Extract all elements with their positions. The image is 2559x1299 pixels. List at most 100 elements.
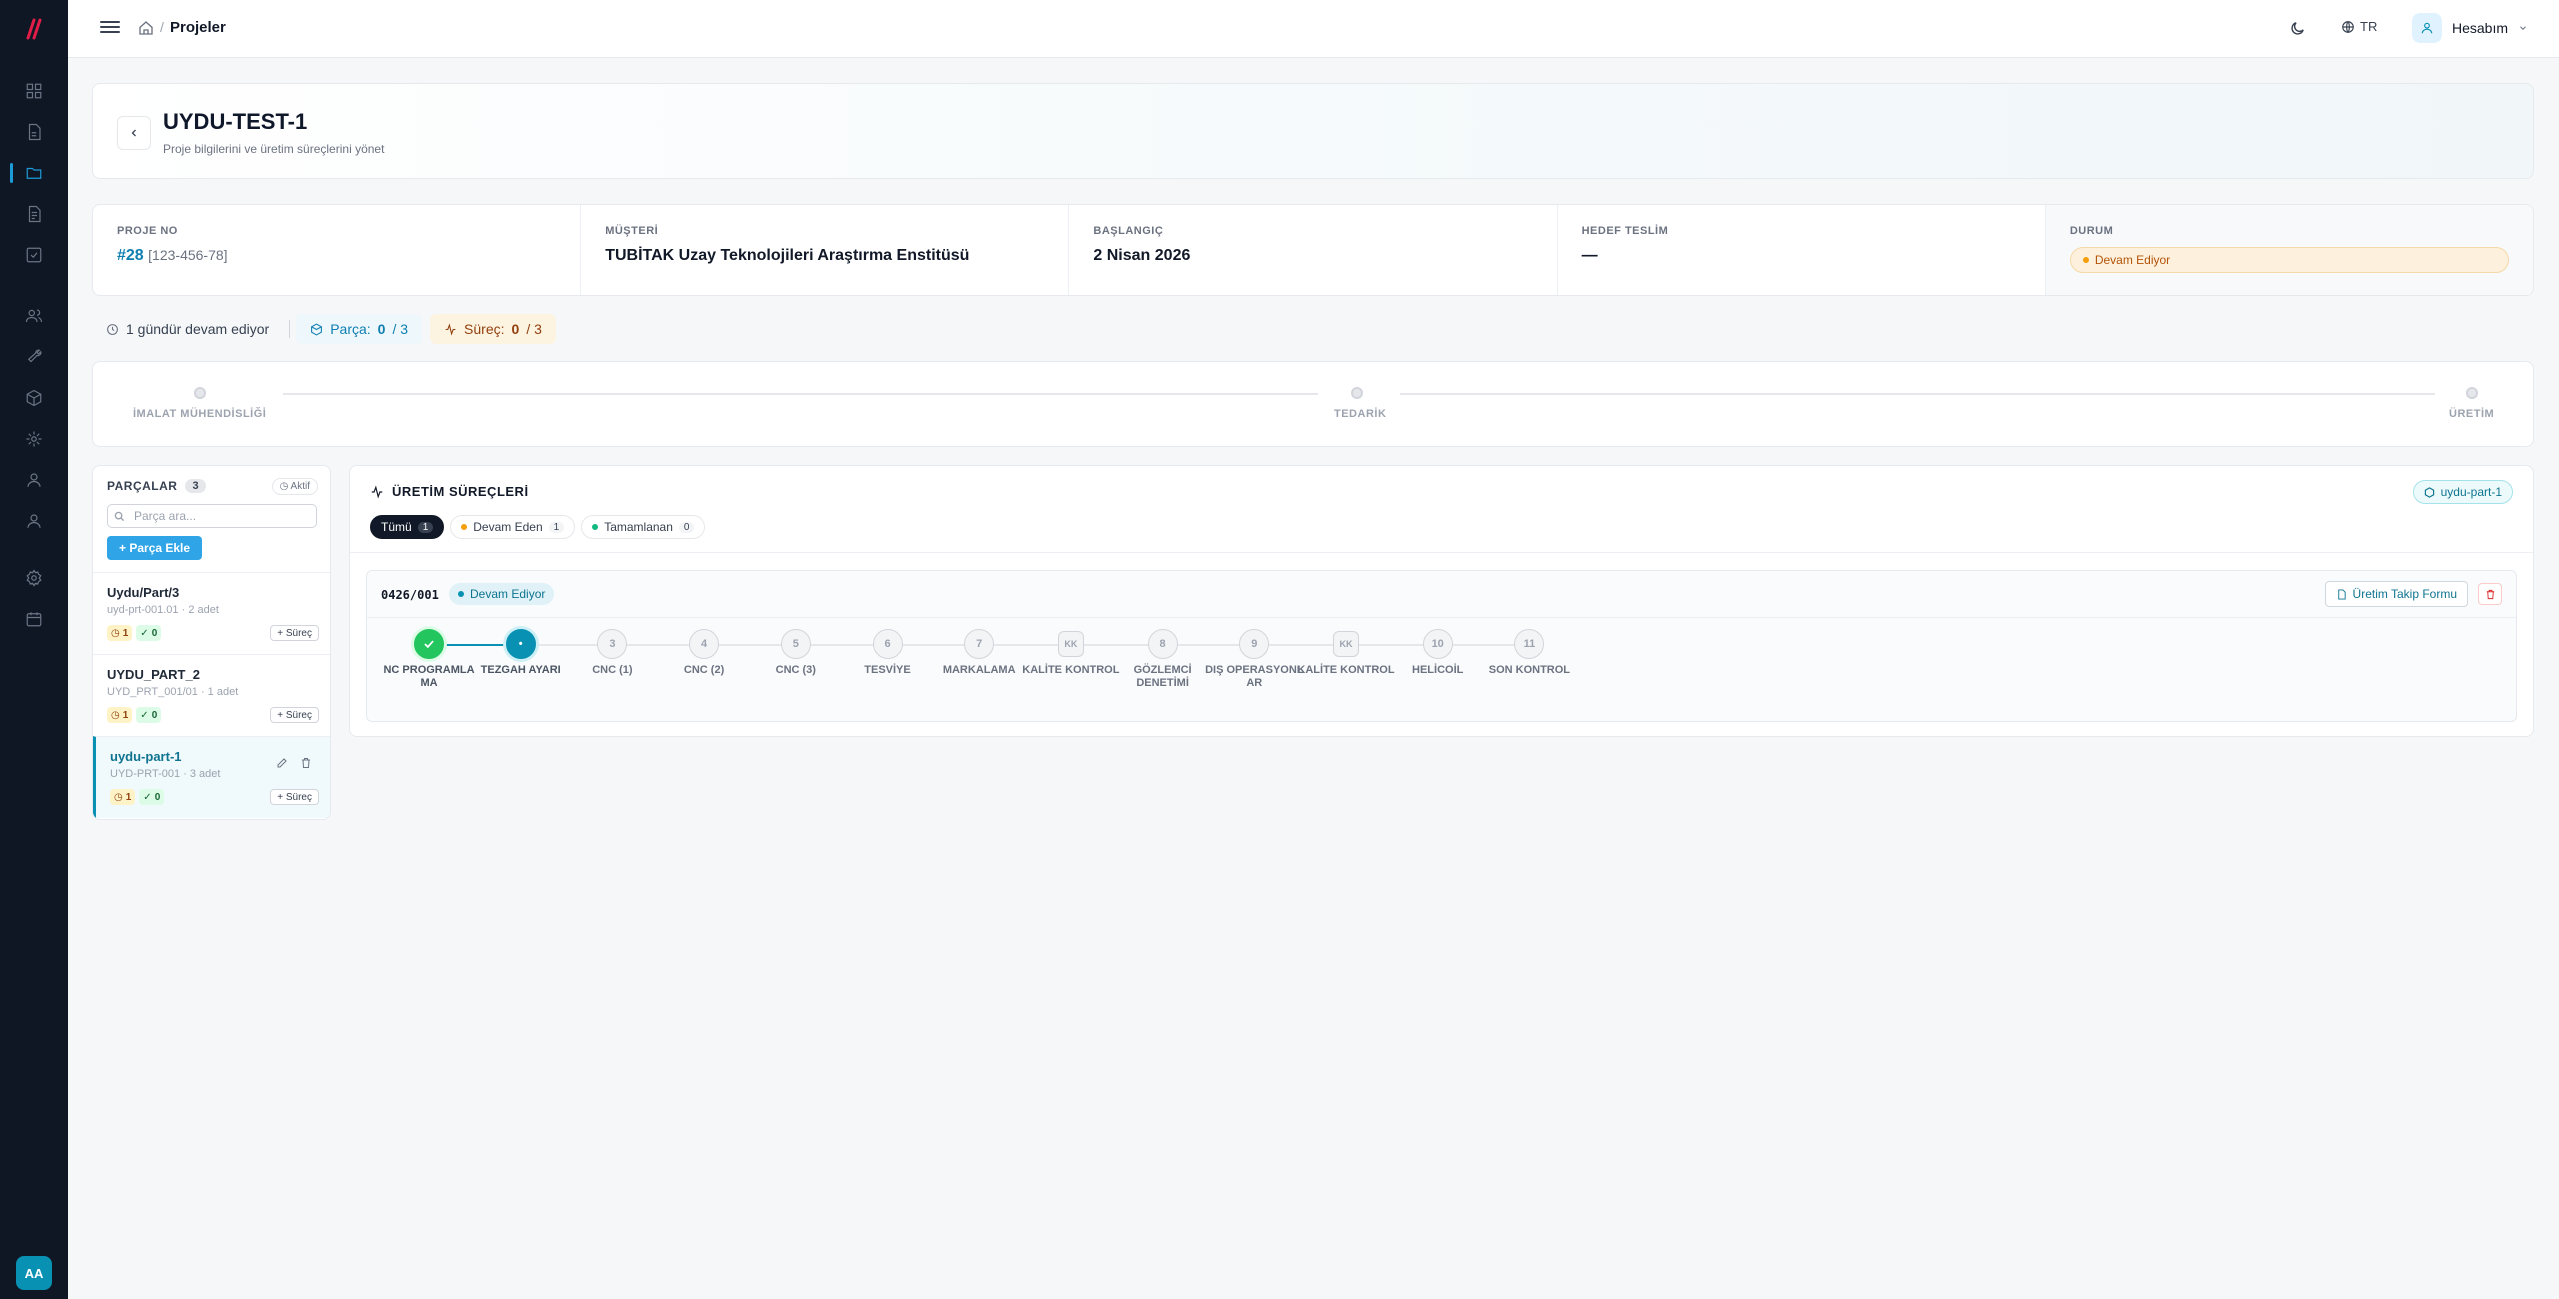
status-label: DURUM <box>2069 225 2114 237</box>
edit-icon[interactable] <box>276 757 288 769</box>
breadcrumb-projects[interactable]: Projeler <box>170 19 226 36</box>
process-step[interactable]: 3 CNC (1) <box>562 629 662 677</box>
target-date-cell: HEDEF TESLİM — <box>1558 205 2046 295</box>
filter-label: Tümü <box>381 520 412 534</box>
process-step[interactable]: 4 CNC (2) <box>654 629 754 677</box>
target-date-value: — <box>1581 247 1598 264</box>
active-filter-toggle[interactable]: ◷ Aktif <box>271 478 318 495</box>
calendar-icon[interactable] <box>22 607 46 631</box>
part-list-item[interactable]: Uydu/Part/3 uyd-prt-001.01 · 2 adet ◷ 1 … <box>93 572 330 654</box>
process-step[interactable]: 9 DIŞ OPERASYONL AR <box>1204 629 1304 690</box>
add-process-button[interactable]: + Süreç <box>270 707 319 723</box>
parts-header: PARÇALAR 3 <box>107 479 207 493</box>
language-label: TR <box>2360 19 2378 34</box>
tasks-check-icon[interactable] <box>22 243 46 267</box>
parts-box-icon <box>311 322 323 336</box>
activity-icon <box>445 322 456 336</box>
process-stat-value: 0 <box>511 321 520 337</box>
report-icon[interactable] <box>22 202 46 226</box>
home-icon[interactable] <box>138 20 154 36</box>
status-text: Devam Ediyor <box>2094 253 2171 267</box>
profile-icon[interactable] <box>22 509 46 533</box>
part-list-item[interactable]: UYDU_PART_2 UYD_PRT_001/01 · 1 adet ◷ 1 … <box>93 654 330 736</box>
account-menu[interactable]: Hesabım <box>2412 13 2528 43</box>
phase-label-uretim: ÜRETİM <box>2449 408 2495 420</box>
part-badges: ◷ 1 ✓ 0 <box>110 789 165 805</box>
step-label: CNC (1) <box>592 664 633 676</box>
language-selector[interactable]: TR <box>2341 19 2377 34</box>
users-icon[interactable] <box>22 304 46 328</box>
project-title-card: UYDU-TEST-1 Proje bilgilerini ve üretim … <box>92 83 2534 179</box>
filter-dot <box>461 524 468 530</box>
tools-wrench-icon[interactable] <box>22 345 46 369</box>
step-marker: KK <box>1333 631 1359 657</box>
part-meta: UYD_PRT_001/01 · 1 adet <box>107 686 239 698</box>
process-step[interactable]: KK KALİTE KONTROL <box>1296 629 1396 677</box>
stats-divider <box>289 320 291 338</box>
step-marker: 11 <box>1514 629 1545 659</box>
production-form-button[interactable]: Üretim Takip Formu <box>2324 581 2468 607</box>
filter-tab-in-progress[interactable]: Devam Eden 1 <box>450 515 576 539</box>
part-name: Uydu/Part/3 <box>107 585 180 600</box>
phase-dot-tedarik <box>1351 387 1363 399</box>
filter-count: 1 <box>417 521 434 533</box>
step-label: SON KONTROL <box>1488 664 1571 676</box>
pending-count: 1 <box>122 709 129 721</box>
top-bar: / Projeler TR Hesabım <box>68 0 2559 58</box>
pending-count: 1 <box>122 627 129 639</box>
account-avatar <box>2412 13 2442 43</box>
filter-count: 0 <box>678 521 695 533</box>
customer-label: MÜŞTERİ <box>605 225 659 237</box>
parts-title: PARÇALAR <box>107 479 178 493</box>
add-part-button[interactable]: + Parça Ekle <box>107 536 203 560</box>
step-label: NC PROGRAMLA MA <box>383 664 475 690</box>
add-process-button[interactable]: + Süreç <box>270 789 319 805</box>
user-avatar[interactable]: AA <box>16 1256 52 1290</box>
project-id: #28 <box>117 247 144 264</box>
menu-toggle-icon[interactable] <box>100 18 120 38</box>
project-stats: 1 gündür devam ediyor Parça: 0 / 3 Süreç… <box>92 314 556 344</box>
filter-tab-completed[interactable]: Tamamlanan 0 <box>581 515 706 539</box>
process-step[interactable]: 7 MARKALAMA <box>929 629 1029 677</box>
process-step[interactable]: NC PROGRAMLA MA <box>379 629 479 690</box>
process-step[interactable]: 6 TESVİYE <box>838 629 938 677</box>
dashboard-icon[interactable] <box>22 79 46 103</box>
step-marker: 4 <box>689 629 720 659</box>
breadcrumb-separator: / <box>160 19 164 35</box>
duration-stat: 1 gündür devam ediyor <box>92 314 283 344</box>
parts-panel: PARÇALAR 3 ◷ Aktif + Parça Ekle Uydu/Par… <box>92 465 331 820</box>
filter-tab-all[interactable]: Tümü 1 <box>370 515 445 539</box>
user-icon[interactable] <box>22 468 46 492</box>
project-no-value: #28 [123-456-78] <box>117 247 556 265</box>
phase-connector <box>1400 393 2435 395</box>
step-label: MARKALAMA <box>942 664 1016 676</box>
process-step[interactable]: 8 GÖZLEMCİ DENETİMİ <box>1113 629 1213 690</box>
project-info-card: PROJE NO #28 [123-456-78] MÜŞTERİ TUBİTA… <box>92 204 2534 296</box>
process-step[interactable]: 5 CNC (3) <box>746 629 846 677</box>
process-step[interactable]: 10 HELİCOİL <box>1388 629 1488 677</box>
delete-work-order-button[interactable] <box>2478 583 2502 605</box>
process-step[interactable]: • TEZGAH AYARI <box>471 629 571 677</box>
dark-mode-moon-icon[interactable] <box>2289 20 2306 37</box>
trash-icon[interactable] <box>300 757 312 769</box>
part-list-item-selected[interactable]: uydu-part-1 UYD-PRT-001 · 3 adet ◷ 1 ✓ 0… <box>93 736 330 818</box>
step-label: GÖZLEMCİ DENETİMİ <box>1133 664 1192 690</box>
process-stat: Süreç: 0 / 3 <box>430 314 556 344</box>
settings-icon[interactable] <box>22 566 46 590</box>
pending-count: 1 <box>125 791 132 803</box>
add-process-button[interactable]: + Süreç <box>270 625 319 641</box>
phase-timeline: İMALAT MÜHENDİSLİĞİ TEDARİK ÜRETİM <box>92 361 2534 447</box>
process-step[interactable]: 11 SON KONTROL <box>1479 629 1579 677</box>
document-icon[interactable] <box>22 120 46 144</box>
trash-icon <box>2486 589 2494 599</box>
back-button[interactable] <box>117 116 151 150</box>
work-order-status: Devam Ediyor <box>470 587 546 601</box>
process-step[interactable]: KK KALİTE KONTROL <box>1021 629 1121 677</box>
part-search-input[interactable] <box>107 504 317 528</box>
status-dot <box>2082 257 2089 263</box>
process-gear-icon[interactable] <box>22 427 46 451</box>
app-logo[interactable] <box>22 18 46 40</box>
box-icon[interactable] <box>22 386 46 410</box>
projects-folder-icon[interactable] <box>10 161 46 185</box>
start-date-label: BAŞLANGIÇ <box>1093 225 1164 237</box>
